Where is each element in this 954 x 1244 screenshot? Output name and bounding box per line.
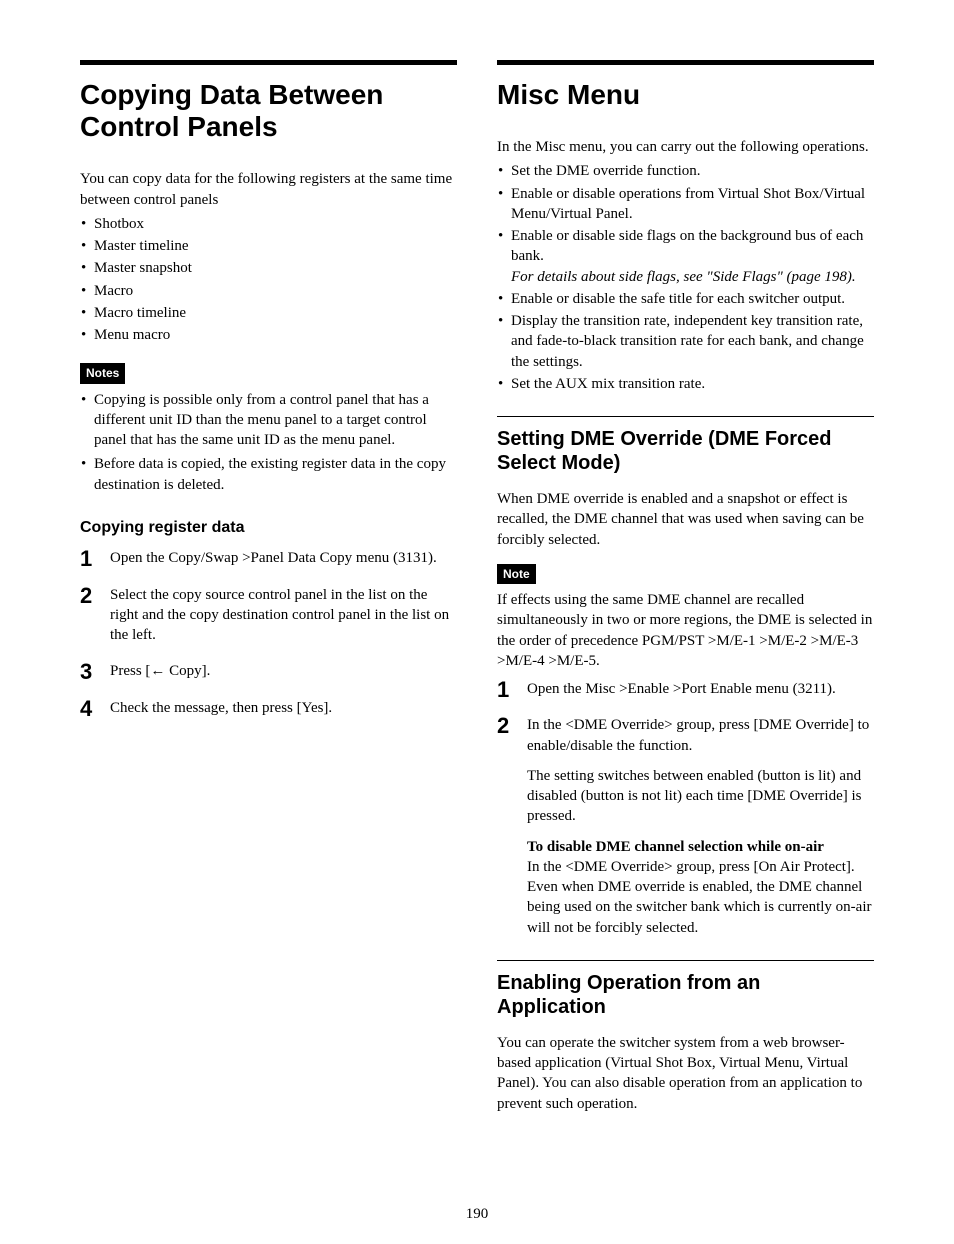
list-item: Set the DME override function.	[497, 161, 874, 181]
step-bold-heading: To disable DME channel selection while o…	[527, 839, 824, 855]
dme-note-text: If effects using the same DME channel ar…	[497, 590, 874, 671]
page-number: 190	[0, 1204, 954, 1224]
page-columns: Copying Data Between Control Panels You …	[80, 60, 874, 1118]
notes-badge: Notes	[80, 363, 125, 383]
step-text: In the <DME Override> group, press [DME …	[527, 717, 869, 753]
misc-intro: In the Misc menu, you can carry out the …	[497, 137, 874, 157]
step-item: Press [← Copy].	[80, 661, 457, 681]
step-item: Check the message, then press [Yes].	[80, 698, 457, 718]
list-item: Macro	[80, 281, 457, 301]
step-item: In the <DME Override> group, press [DME …	[497, 715, 874, 938]
step-sub-block: To disable DME channel selection while o…	[527, 837, 874, 938]
note-badge: Note	[497, 564, 536, 584]
list-item: Master snapshot	[80, 258, 457, 278]
list-item: Macro timeline	[80, 303, 457, 323]
misc-ops-list: Set the DME override function. Enable or…	[497, 161, 874, 394]
left-column: Copying Data Between Control Panels You …	[80, 60, 457, 1118]
intro-para: You can copy data for the following regi…	[80, 169, 457, 210]
enabling-para: You can operate the switcher system from…	[497, 1033, 874, 1114]
step-item: Open the Copy/Swap >Panel Data Copy menu…	[80, 548, 457, 568]
copy-steps: Open the Copy/Swap >Panel Data Copy menu…	[80, 548, 457, 718]
heading-misc-menu: Misc Menu	[497, 79, 874, 111]
list-item: Enable or disable side flags on the back…	[497, 226, 874, 287]
step-text: Open the Misc >Enable >Port Enable menu …	[527, 681, 836, 697]
note-item: Before data is copied, the existing regi…	[80, 454, 457, 495]
dme-steps: Open the Misc >Enable >Port Enable menu …	[497, 679, 874, 938]
list-text: Enable or disable side flags on the back…	[511, 228, 863, 264]
step-sub-para: The setting switches between enabled (bu…	[527, 766, 874, 827]
list-item: Enable or disable the safe title for eac…	[497, 289, 874, 309]
subheading-copying-register: Copying register data	[80, 517, 457, 539]
note-item: Copying is possible only from a control …	[80, 390, 457, 451]
list-item: Shotbox	[80, 214, 457, 234]
subsection-rule	[497, 960, 874, 961]
step-sub-text: In the <DME Override> group, press [On A…	[527, 859, 872, 936]
step-item: Open the Misc >Enable >Port Enable menu …	[497, 679, 874, 699]
list-item: Set the AUX mix transition rate.	[497, 374, 874, 394]
heading-copying-data: Copying Data Between Control Panels	[80, 79, 457, 143]
heading-dme-override: Setting DME Override (DME Forced Select …	[497, 427, 874, 475]
list-text: Enable or disable operations from Virtua…	[511, 186, 865, 222]
notes-list: Copying is possible only from a control …	[80, 390, 457, 495]
section-rule	[80, 60, 457, 65]
register-list: Shotbox Master timeline Master snapshot …	[80, 214, 457, 346]
list-text: Enable or disable the safe title for eac…	[511, 291, 845, 307]
list-text: Set the DME override function.	[511, 163, 701, 179]
list-text: Set the AUX mix transition rate.	[511, 376, 705, 392]
heading-enabling-operation: Enabling Operation from an Application	[497, 971, 874, 1019]
section-rule	[497, 60, 874, 65]
list-text: Display the transition rate, independent…	[511, 313, 864, 370]
list-item: Display the transition rate, independent…	[497, 311, 874, 372]
subsection-rule	[497, 416, 874, 417]
list-item: Master timeline	[80, 236, 457, 256]
dme-para: When DME override is enabled and a snaps…	[497, 489, 874, 550]
list-item: Enable or disable operations from Virtua…	[497, 184, 874, 225]
list-item: Menu macro	[80, 325, 457, 345]
list-italic-ref: For details about side flags, see "Side …	[511, 269, 856, 285]
right-column: Misc Menu In the Misc menu, you can carr…	[497, 60, 874, 1118]
step-item: Select the copy source control panel in …	[80, 585, 457, 646]
